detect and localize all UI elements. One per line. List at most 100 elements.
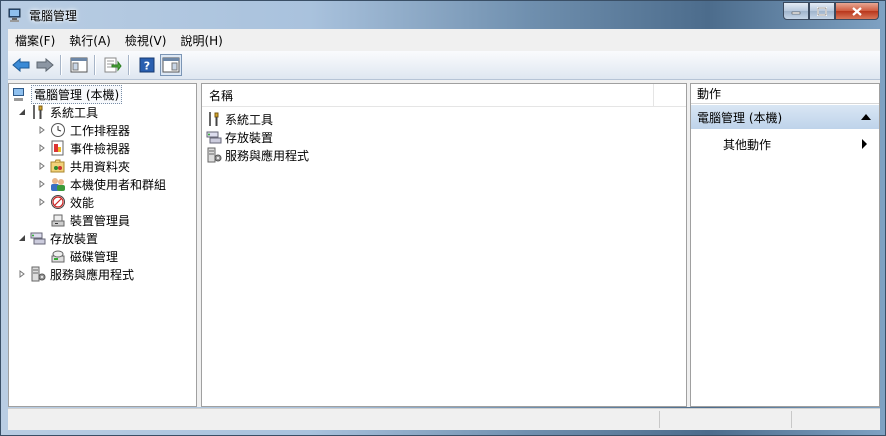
tree-item-label: 事件檢視器: [70, 141, 131, 156]
tree-item-services-apps[interactable]: 服務與應用程式: [17, 265, 134, 283]
tree-item-performance[interactable]: 效能: [37, 193, 94, 211]
title-bar[interactable]: 電腦管理: [1, 1, 885, 29]
menu-view[interactable]: 檢視(V): [118, 32, 174, 49]
status-bar: [8, 408, 880, 430]
device-manager-icon: [51, 214, 65, 227]
show-hide-action-pane-button[interactable]: [160, 54, 182, 76]
toolbar-separator: [94, 55, 96, 75]
computer-management-window: 電腦管理 檔案(F) 執行(A) 檢視(V) 說明(H) ? 電腦管理 (本機)…: [0, 0, 886, 436]
expand-icon[interactable]: [37, 179, 47, 189]
storage-icon: [30, 232, 46, 245]
event-viewer-icon: [51, 140, 64, 156]
tree-item-task-scheduler[interactable]: 工作排程器: [37, 121, 130, 139]
actions-header: 動作: [691, 84, 879, 104]
maximize-button[interactable]: [809, 2, 835, 20]
show-hide-console-tree-icon: [70, 57, 88, 73]
services-icon: [31, 266, 46, 282]
maximize-icon: [817, 6, 827, 16]
menu-file[interactable]: 檔案(F): [8, 32, 62, 49]
tree-item-label: 裝置管理員: [70, 213, 131, 228]
list-item-label: 系統工具: [225, 112, 274, 127]
window-controls: [783, 2, 879, 21]
expand-icon[interactable]: [37, 197, 47, 207]
export-list-icon: [104, 57, 122, 73]
toolbar: ?: [8, 51, 880, 80]
tree-item-disk-management[interactable]: 磁碟管理: [50, 247, 118, 265]
tree-item-label: 效能: [70, 195, 95, 210]
svg-text:?: ?: [144, 60, 150, 73]
main-content: 電腦管理 (本機) 系統工具 工作排程器 事件檢視器 共用資料夾 本機使用者和群…: [8, 80, 880, 407]
column-header-name[interactable]: 名稱: [202, 84, 654, 106]
expand-icon[interactable]: [37, 143, 47, 153]
tree-item-shared-folders[interactable]: 共用資料夾: [37, 157, 130, 175]
menu-action[interactable]: 執行(A): [62, 32, 118, 49]
tree-item-label: 工作排程器: [70, 123, 131, 138]
help-icon: ?: [139, 57, 155, 73]
system-tools-icon: [33, 105, 43, 119]
tree-item-system-tools[interactable]: 系統工具: [17, 103, 98, 121]
tree-item-storage[interactable]: 存放裝置: [17, 229, 98, 247]
list-item-label: 存放裝置: [225, 130, 274, 145]
list-item[interactable]: 系統工具: [206, 110, 273, 128]
collapse-icon[interactable]: [17, 107, 27, 117]
list-item[interactable]: 服務與應用程式: [206, 146, 309, 164]
more-actions-label: 其他動作: [723, 137, 772, 152]
expand-icon[interactable]: [37, 125, 47, 135]
tree-item-label: 本機使用者和群組: [70, 177, 167, 192]
status-cell: [659, 411, 792, 428]
users-icon: [51, 178, 65, 191]
clock-icon: [51, 123, 65, 137]
services-icon: [207, 147, 222, 163]
console-tree: 電腦管理 (本機) 系統工具 工作排程器 事件檢視器 共用資料夾 本機使用者和群…: [8, 83, 197, 407]
actions-section-computer-management[interactable]: 電腦管理 (本機): [691, 105, 879, 129]
close-button[interactable]: [835, 2, 879, 20]
show-hide-action-pane-icon: [162, 57, 180, 73]
tree-item-local-users-groups[interactable]: 本機使用者和群組: [37, 175, 166, 193]
column-header-label: 名稱: [209, 88, 234, 103]
tree-item-label: 磁碟管理: [70, 249, 119, 264]
actions-pane: 動作 電腦管理 (本機) 其他動作: [690, 83, 880, 407]
status-cell: [791, 411, 881, 428]
results-pane: 名稱 系統工具 存放裝置 服務與應用程式: [201, 83, 687, 407]
back-button[interactable]: [10, 54, 32, 76]
collapse-up-icon[interactable]: [861, 114, 871, 120]
menu-help[interactable]: 說明(H): [173, 32, 229, 49]
tree-item-label: 存放裝置: [50, 231, 99, 246]
more-actions-item[interactable]: 其他動作: [723, 135, 873, 153]
toolbar-separator: [60, 55, 62, 75]
menu-bar: 檔案(F) 執行(A) 檢視(V) 說明(H): [8, 29, 880, 52]
tree-item-label: 服務與應用程式: [50, 267, 135, 282]
list-item[interactable]: 存放裝置: [206, 128, 273, 146]
tree-item-label: 系統工具: [50, 105, 99, 120]
window-title: 電腦管理: [29, 9, 78, 23]
expand-icon[interactable]: [17, 269, 27, 279]
minimize-button[interactable]: [783, 2, 809, 20]
minimize-icon: [791, 11, 801, 15]
toolbar-separator: [128, 55, 130, 75]
tree-item-label: 電腦管理 (本機): [31, 84, 123, 104]
shared-folder-icon: [50, 159, 65, 173]
back-arrow-icon: [12, 58, 30, 72]
list-header: 名稱: [202, 84, 686, 107]
collapse-icon[interactable]: [17, 233, 27, 243]
computer-management-icon: [8, 8, 21, 22]
tree-item-computer-management[interactable]: 電腦管理 (本機): [11, 84, 123, 104]
actions-header-label: 動作: [697, 87, 722, 101]
system-tools-icon: [209, 112, 219, 126]
show-hide-console-tree-button[interactable]: [68, 54, 90, 76]
submenu-arrow-icon: [862, 139, 867, 149]
storage-icon: [206, 131, 222, 144]
disk-management-icon: [51, 250, 65, 263]
actions-section-label: 電腦管理 (本機): [697, 110, 783, 125]
help-button[interactable]: ?: [136, 54, 158, 76]
export-list-button[interactable]: [102, 54, 124, 76]
forward-button[interactable]: [34, 54, 56, 76]
close-icon: [852, 6, 862, 16]
tree-item-event-viewer[interactable]: 事件檢視器: [37, 139, 130, 157]
computer-management-icon: [13, 88, 24, 101]
expand-icon[interactable]: [37, 161, 47, 171]
performance-icon: [51, 195, 65, 209]
list-item-label: 服務與應用程式: [225, 148, 310, 163]
tree-item-device-manager[interactable]: 裝置管理員: [50, 211, 130, 229]
forward-arrow-icon: [36, 58, 54, 72]
